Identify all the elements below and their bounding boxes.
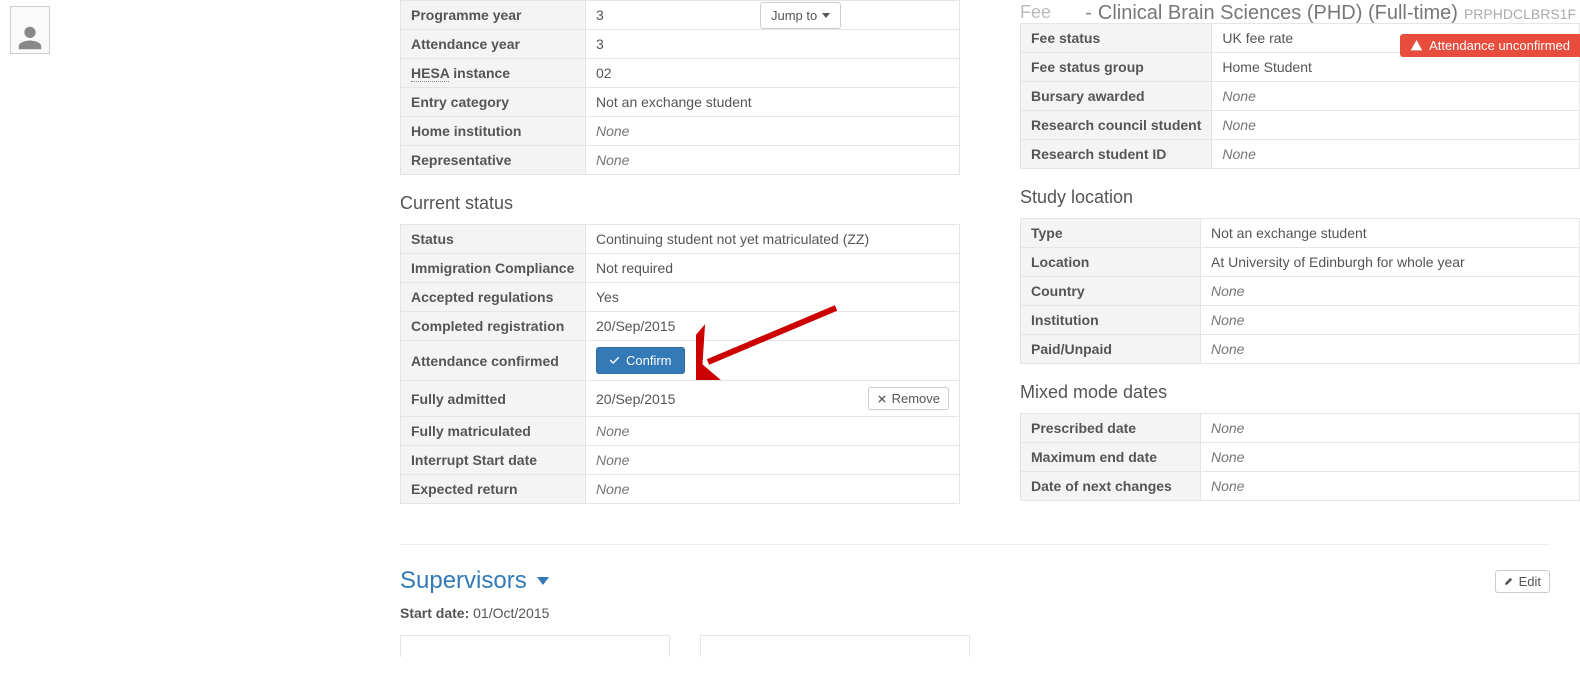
- remove-label: Remove: [892, 391, 940, 406]
- current-status-table: Status Continuing student not yet matric…: [400, 224, 960, 504]
- label-fully-admitted: Fully admitted: [401, 381, 586, 417]
- label-fee-status: Fee status: [1021, 24, 1212, 53]
- value-research-id: None: [1212, 140, 1580, 169]
- label-paid: Paid/Unpaid: [1021, 335, 1201, 364]
- label-research-id: Research student ID: [1021, 140, 1212, 169]
- label-max-end: Maximum end date: [1021, 443, 1201, 472]
- value-attendance-year: 3: [586, 30, 960, 59]
- value-prescribed: None: [1201, 414, 1580, 443]
- value-status: Continuing student not yet matriculated …: [586, 225, 960, 254]
- label-immigration: Immigration Compliance: [401, 254, 586, 283]
- study-location-heading: Study location: [1020, 187, 1580, 208]
- attendance-unconfirmed-badge: Attendance unconfirmed: [1400, 34, 1580, 57]
- label-representative: Representative: [401, 146, 586, 175]
- value-interrupt-start: None: [586, 446, 960, 475]
- label-accepted-regs: Accepted regulations: [401, 283, 586, 312]
- mixed-mode-heading: Mixed mode dates: [1020, 382, 1580, 403]
- jump-to-button[interactable]: Jump to: [760, 2, 841, 29]
- value-country: None: [1201, 277, 1580, 306]
- warning-icon: [1410, 39, 1423, 52]
- value-representative: None: [586, 146, 960, 175]
- value-entry-category: Not an exchange student: [586, 88, 960, 117]
- label-institution: Institution: [1021, 306, 1201, 335]
- value-location: At University of Edinburgh for whole yea…: [1201, 248, 1580, 277]
- value-hesa-instance: 02: [586, 59, 960, 88]
- check-icon: [609, 355, 620, 366]
- label-country: Country: [1021, 277, 1201, 306]
- value-accepted-regs: Yes: [586, 283, 960, 312]
- value-completed-reg: 20/Sep/2015: [586, 312, 960, 341]
- programme-details-table: Programme year 3 Attendance year 3 HESA …: [400, 0, 960, 175]
- label-fee-status-group: Fee status group: [1021, 53, 1212, 82]
- alert-text: Attendance unconfirmed: [1429, 38, 1570, 53]
- supervisors-heading-text: Supervisors: [400, 567, 527, 595]
- value-bursary: None: [1212, 82, 1580, 111]
- value-paid: None: [1201, 335, 1580, 364]
- supervisor-slot-2: [700, 635, 970, 657]
- label-research-council: Research council student: [1021, 111, 1212, 140]
- chevron-down-icon: [537, 577, 549, 585]
- label-programme-year: Programme year: [401, 1, 586, 30]
- label-expected-return: Expected return: [401, 475, 586, 504]
- label-status: Status: [401, 225, 586, 254]
- remove-button[interactable]: Remove: [868, 387, 949, 410]
- label-bursary: Bursary awarded: [1021, 82, 1212, 111]
- jump-to-label: Jump to: [771, 8, 817, 23]
- label-fully-matriculated: Fully matriculated: [401, 417, 586, 446]
- confirm-button[interactable]: Confirm: [596, 347, 685, 374]
- label-completed-reg: Completed registration: [401, 312, 586, 341]
- header-dash: -: [1085, 2, 1092, 25]
- label-hesa-instance: HESA instance: [401, 59, 586, 88]
- caret-down-icon: [822, 13, 830, 18]
- current-status-heading: Current status: [400, 193, 990, 214]
- supervisors-heading[interactable]: Supervisors: [400, 567, 549, 595]
- label-interrupt-start: Interrupt Start date: [401, 446, 586, 475]
- avatar: [10, 6, 50, 54]
- person-icon: [15, 23, 45, 53]
- label-type: Type: [1021, 219, 1201, 248]
- value-type: Not an exchange student: [1201, 219, 1580, 248]
- value-next-changes: None: [1201, 472, 1580, 501]
- programme-title: Clinical Brain Sciences (PHD) (Full-time…: [1098, 2, 1458, 25]
- label-prescribed: Prescribed date: [1021, 414, 1201, 443]
- value-fully-matriculated: None: [586, 417, 960, 446]
- label-attendance-year: Attendance year: [401, 30, 586, 59]
- programme-code: PRPHDCLBRS1F: [1464, 6, 1576, 22]
- label-next-changes: Date of next changes: [1021, 472, 1201, 501]
- supervisors-start-date: Start date: 01/Oct/2015: [400, 605, 990, 621]
- programme-header: - Clinical Brain Sciences (PHD) (Full-ti…: [980, 2, 1580, 25]
- mixed-mode-table: Prescribed date None Maximum end date No…: [1020, 413, 1580, 501]
- confirm-label: Confirm: [626, 353, 672, 368]
- value-home-institution: None: [586, 117, 960, 146]
- label-attendance-confirmed: Attendance confirmed: [401, 341, 586, 381]
- value-expected-return: None: [586, 475, 960, 504]
- supervisor-slot-1: [400, 635, 670, 657]
- value-immigration: Not required: [586, 254, 960, 283]
- label-location: Location: [1021, 248, 1201, 277]
- label-home-institution: Home institution: [401, 117, 586, 146]
- value-fully-admitted: 20/Sep/2015: [596, 391, 675, 407]
- value-max-end: None: [1201, 443, 1580, 472]
- label-entry-category: Entry category: [401, 88, 586, 117]
- close-icon: [877, 394, 887, 404]
- value-research-council: None: [1212, 111, 1580, 140]
- study-location-table: Type Not an exchange student Location At…: [1020, 218, 1580, 364]
- value-institution: None: [1201, 306, 1580, 335]
